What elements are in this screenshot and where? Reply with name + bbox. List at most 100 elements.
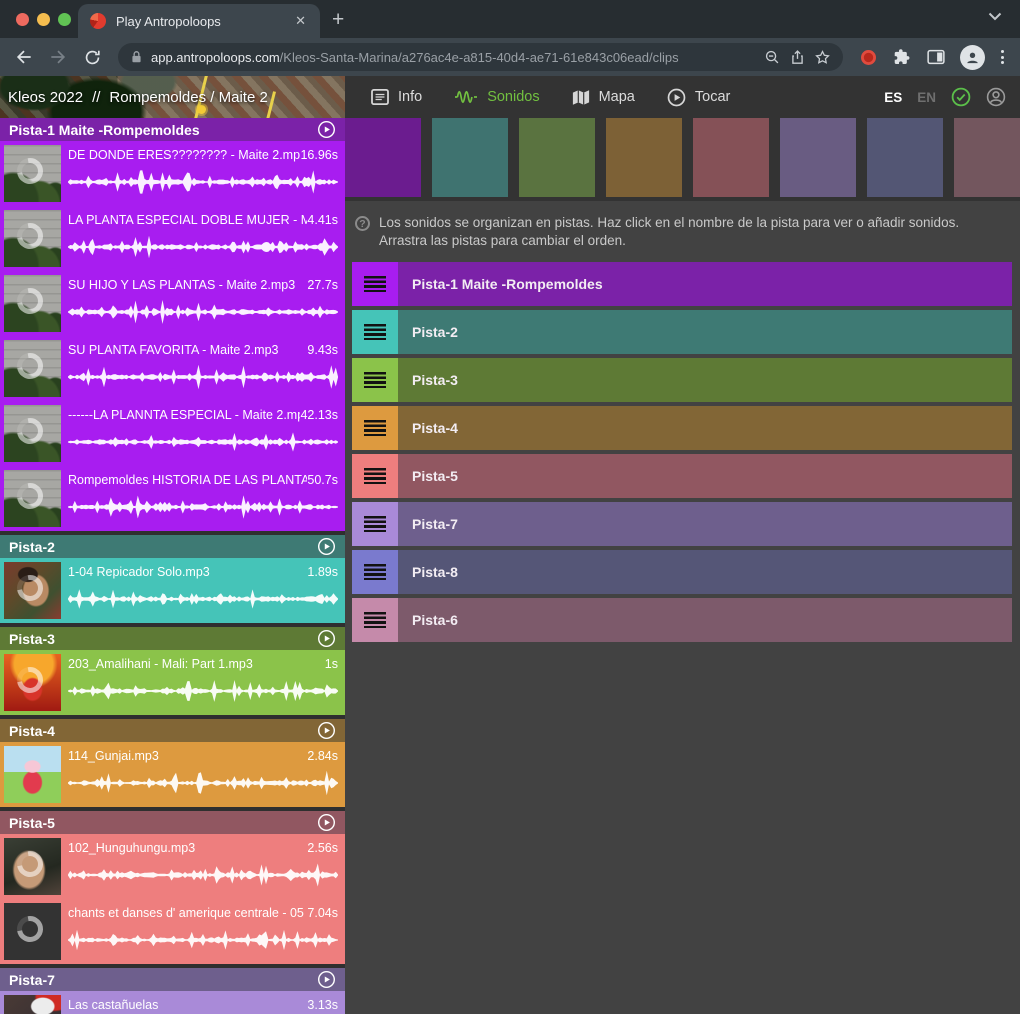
track-drag-handle[interactable] xyxy=(352,598,398,642)
share-icon[interactable] xyxy=(789,49,806,66)
clip-row[interactable]: 203_Amalihani - Mali: Part 1.mp3 1s xyxy=(0,650,345,715)
sidebar-track-header[interactable]: Pista-3 xyxy=(0,627,345,650)
sidebar-track-header[interactable]: Pista-4 xyxy=(0,719,345,742)
language-en[interactable]: EN xyxy=(917,90,936,105)
minimize-window-button[interactable] xyxy=(37,13,50,26)
zoom-page-icon[interactable] xyxy=(764,49,781,66)
new-tab-button[interactable]: + xyxy=(332,6,344,34)
track-bar[interactable]: Pista-8 xyxy=(398,550,1012,594)
track-play-icon[interactable] xyxy=(317,721,336,740)
sidebar-track-header[interactable]: Pista-2 xyxy=(0,535,345,558)
track-bar[interactable]: Pista-6 xyxy=(398,598,1012,642)
clip-waveform[interactable] xyxy=(68,586,338,612)
clip-row[interactable]: Rompemoldes HISTORIA DE LAS PLANTAS... 5… xyxy=(0,466,345,531)
track-color-swatch[interactable] xyxy=(432,118,508,197)
track-row[interactable]: Pista-2 xyxy=(352,310,1012,354)
track-play-icon[interactable] xyxy=(317,970,336,989)
forward-icon[interactable] xyxy=(44,43,72,71)
recording-indicator-icon[interactable] xyxy=(861,50,876,65)
track-play-icon[interactable] xyxy=(317,813,336,832)
clip-waveform[interactable] xyxy=(68,927,338,953)
url-text[interactable]: app.antropoloops.com/Kleos-Santa-Marina/… xyxy=(151,50,756,65)
track-bar[interactable]: Pista-5 xyxy=(398,454,1012,498)
track-color-swatch[interactable] xyxy=(867,118,943,197)
account-icon[interactable] xyxy=(986,87,1006,107)
track-drag-handle[interactable] xyxy=(352,550,398,594)
clip-body: 203_Amalihani - Mali: Part 1.mp3 1s xyxy=(68,657,338,711)
extensions-puzzle-icon[interactable] xyxy=(888,43,916,71)
reload-icon[interactable] xyxy=(78,43,106,71)
browser-menu-kebab-icon[interactable] xyxy=(995,50,1010,64)
track-drag-handle[interactable] xyxy=(352,262,398,306)
address-bar[interactable]: app.antropoloops.com/Kleos-Santa-Marina/… xyxy=(118,43,843,71)
track-drag-handle[interactable] xyxy=(352,454,398,498)
clip-waveform[interactable] xyxy=(68,299,338,325)
track-row[interactable]: Pista-6 xyxy=(352,598,1012,642)
track-drag-handle[interactable] xyxy=(352,310,398,354)
clip-waveform[interactable] xyxy=(68,429,338,455)
track-drag-handle[interactable] xyxy=(352,502,398,546)
track-color-swatch[interactable] xyxy=(954,118,1020,197)
clip-waveform[interactable] xyxy=(68,169,338,195)
track-bar[interactable]: Pista-2 xyxy=(398,310,1012,354)
clip-waveform[interactable] xyxy=(68,678,338,704)
clip-waveform[interactable] xyxy=(68,770,338,796)
clip-waveform[interactable] xyxy=(68,862,338,888)
side-panel-icon[interactable] xyxy=(922,43,950,71)
back-icon[interactable] xyxy=(10,43,38,71)
track-row[interactable]: Pista-3 xyxy=(352,358,1012,402)
track-color-swatch[interactable] xyxy=(519,118,595,197)
track-row[interactable]: Pista-8 xyxy=(352,550,1012,594)
clip-waveform[interactable] xyxy=(68,234,338,260)
clip-row[interactable]: SU PLANTA FAVORITA - Maite 2.mp3 9.43s xyxy=(0,336,345,401)
bookmark-star-icon[interactable] xyxy=(814,49,831,66)
clip-waveform[interactable] xyxy=(68,364,338,390)
sidebar-track-header[interactable]: Pista-5 xyxy=(0,811,345,834)
tab-sonidos[interactable]: Sonidos xyxy=(454,89,539,105)
tab-info[interactable]: Info xyxy=(371,89,422,105)
sidebar-track-header[interactable]: Pista-1 Maite -Rompemoldes xyxy=(0,118,345,141)
clip-row[interactable]: chants et danses d' amerique centrale - … xyxy=(0,899,345,964)
track-color-swatch[interactable] xyxy=(345,118,421,197)
clip-row[interactable]: DE DONDE ERES???????? - Maite 2.mp3 16.9… xyxy=(0,141,345,206)
breadcrumb[interactable]: Kleos 2022 // Rompemoldes / Maite 2 xyxy=(0,76,345,118)
track-color-swatch[interactable] xyxy=(780,118,856,197)
language-es[interactable]: ES xyxy=(884,90,902,105)
track-bar[interactable]: Pista-3 xyxy=(398,358,1012,402)
track-row[interactable]: Pista-7 xyxy=(352,502,1012,546)
track-row[interactable]: Pista-1 Maite -Rompemoldes xyxy=(352,262,1012,306)
tab-tocar[interactable]: Tocar xyxy=(667,88,730,107)
sidebar-track-header[interactable]: Pista-7 xyxy=(0,968,345,991)
tab-search-chevron-icon[interactable] xyxy=(988,12,1002,21)
sync-check-icon[interactable] xyxy=(951,87,971,107)
lock-icon[interactable] xyxy=(130,50,143,64)
track-play-icon[interactable] xyxy=(317,537,336,556)
tab-mapa[interactable]: Mapa xyxy=(572,89,635,106)
close-window-button[interactable] xyxy=(16,13,29,26)
track-color-swatch[interactable] xyxy=(693,118,769,197)
clip-row[interactable]: Las castañuelas 3.13s xyxy=(0,991,345,1014)
clip-row[interactable]: 102_Hunguhungu.mp3 2.56s xyxy=(0,834,345,899)
clip-row[interactable]: SU HIJO Y LAS PLANTAS - Maite 2.mp3 27.7… xyxy=(0,271,345,336)
track-row[interactable]: Pista-4 xyxy=(352,406,1012,450)
track-bar[interactable]: Pista-7 xyxy=(398,502,1012,546)
browser-tab[interactable]: Play Antropoloops ✕ xyxy=(78,4,320,38)
clip-row[interactable]: 1-04 Repicador Solo.mp3 1.89s xyxy=(0,558,345,623)
tab-close-icon[interactable]: ✕ xyxy=(291,13,310,29)
track-drag-handle[interactable] xyxy=(352,358,398,402)
track-row[interactable]: Pista-5 xyxy=(352,454,1012,498)
track-play-icon[interactable] xyxy=(317,120,336,139)
breadcrumb-item[interactable]: Rompemoldes / Maite 2 xyxy=(109,89,267,106)
clip-row[interactable]: ------LA PLANNTA ESPECIAL - Maite 2.mp3 … xyxy=(0,401,345,466)
track-drag-handle[interactable] xyxy=(352,406,398,450)
track-bar[interactable]: Pista-1 Maite -Rompemoldes xyxy=(398,262,1012,306)
clip-waveform[interactable] xyxy=(68,494,338,520)
zoom-window-button[interactable] xyxy=(58,13,71,26)
track-play-icon[interactable] xyxy=(317,629,336,648)
track-bar[interactable]: Pista-4 xyxy=(398,406,1012,450)
breadcrumb-project[interactable]: Kleos 2022 xyxy=(8,89,83,106)
track-color-swatch[interactable] xyxy=(606,118,682,197)
browser-profile-avatar[interactable] xyxy=(960,45,985,70)
clip-row[interactable]: 114_Gunjai.mp3 2.84s xyxy=(0,742,345,807)
clip-row[interactable]: LA PLANTA ESPECIAL DOBLE MUJER - Mai... … xyxy=(0,206,345,271)
